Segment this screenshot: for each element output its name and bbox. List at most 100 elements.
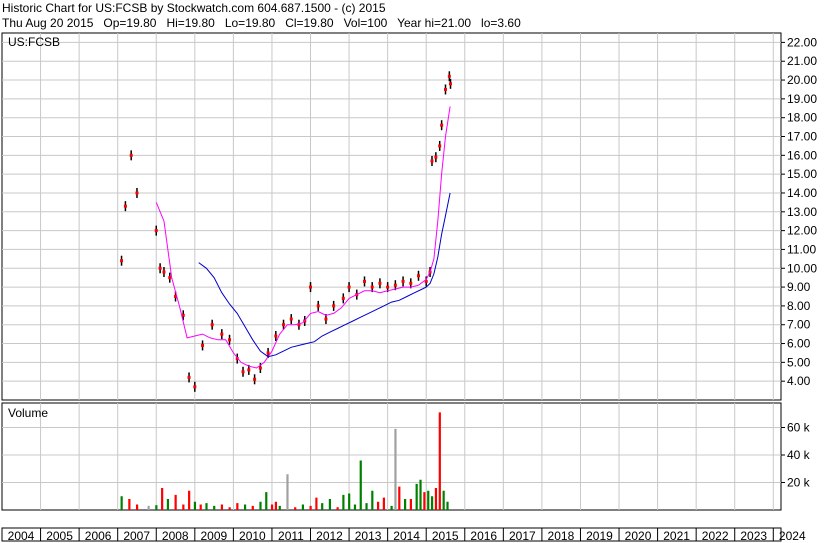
price-close-point xyxy=(274,334,278,338)
price-close-point xyxy=(309,285,313,289)
x-axis-label: 2019 xyxy=(586,529,613,543)
volume-bar xyxy=(394,428,397,510)
volume-bar xyxy=(188,490,191,510)
price-close-point xyxy=(370,285,374,289)
price-axis-label: 13.00 xyxy=(787,205,817,219)
price-close-point xyxy=(347,285,351,289)
volume-bar xyxy=(228,507,231,510)
price-close-point xyxy=(258,366,262,370)
volume-bar xyxy=(434,488,438,510)
volume-bar xyxy=(274,501,278,510)
price-close-point xyxy=(158,266,162,270)
volume-axis-label: 40 k xyxy=(787,448,811,462)
x-axis-label: 2023 xyxy=(740,529,767,543)
price-axis-label: 22.00 xyxy=(787,35,817,49)
volume-bar xyxy=(220,504,224,510)
volume-bar xyxy=(193,501,197,510)
x-axis-label: 2005 xyxy=(46,529,73,543)
price-close-point xyxy=(228,338,232,342)
price-close-point xyxy=(363,279,367,283)
x-axis-label: 2014 xyxy=(393,529,420,543)
price-close-point xyxy=(201,343,205,347)
x-axis-label: 2013 xyxy=(355,529,382,543)
price-close-point xyxy=(247,368,251,372)
price-axis-label: 8.00 xyxy=(787,299,811,313)
volume-axis-label: 60 k xyxy=(787,421,811,435)
price-axis-label: 14.00 xyxy=(787,186,817,200)
volume-bar xyxy=(328,499,331,510)
price-close-point xyxy=(447,74,451,78)
volume-axis-label: 20 k xyxy=(787,476,811,490)
volume-bar xyxy=(161,488,164,510)
price-axis-label: 10.00 xyxy=(787,261,817,275)
price-axis-label: 11.00 xyxy=(787,242,816,256)
price-axis-label: 6.00 xyxy=(787,337,811,351)
price-close-point xyxy=(120,259,124,263)
volume-bar xyxy=(270,504,274,510)
volume-bar xyxy=(315,497,318,510)
price-close-point xyxy=(154,229,158,233)
volume-bar xyxy=(423,492,426,510)
price-axis-label: 15.00 xyxy=(787,167,817,181)
price-close-point xyxy=(282,323,286,327)
volume-bar xyxy=(403,499,407,510)
price-close-point xyxy=(316,304,320,308)
volume-bar xyxy=(415,483,418,510)
x-axis-label: 2024 xyxy=(779,529,806,543)
volume-panel: 20 k 40 k 60 k Volume xyxy=(1,402,811,511)
volume-bar xyxy=(294,507,297,510)
volume-bar xyxy=(336,507,339,510)
volume-bar xyxy=(259,501,262,510)
price-axis-label: 5.00 xyxy=(787,355,811,369)
volume-bar xyxy=(265,492,268,510)
x-axis-label: 2017 xyxy=(509,529,536,543)
volume-panel-title: Volume xyxy=(8,406,48,420)
price-axis-label: 12.00 xyxy=(787,224,817,238)
price-close-point xyxy=(253,377,257,381)
volume-bar xyxy=(430,496,434,510)
price-close-point xyxy=(449,82,453,86)
price-axis-label: 17.00 xyxy=(787,130,817,144)
price-close-point xyxy=(341,296,345,300)
price-close-point xyxy=(332,304,336,308)
x-axis-label: 2008 xyxy=(162,529,189,543)
price-axis-label: 4.00 xyxy=(787,374,811,388)
volume-bar xyxy=(382,497,385,510)
volume-bar xyxy=(442,490,445,510)
price-close-point xyxy=(440,123,444,127)
price-close-point xyxy=(135,191,139,195)
volume-bar xyxy=(147,505,150,510)
price-close-point xyxy=(409,281,413,285)
x-axis-label: 2009 xyxy=(200,529,227,543)
volume-bar xyxy=(286,474,289,510)
volume-bar xyxy=(135,504,139,510)
price-close-point xyxy=(434,155,438,159)
price-close-point xyxy=(393,283,397,287)
x-axis-label: 2006 xyxy=(85,529,112,543)
price-close-point xyxy=(438,144,442,148)
volume-bar xyxy=(309,505,312,510)
price-close-point xyxy=(193,385,197,389)
price-close-point xyxy=(430,159,434,163)
x-axis-label: 2016 xyxy=(470,529,497,543)
volume-bar xyxy=(155,505,158,510)
price-close-point xyxy=(241,370,245,374)
volume-bar xyxy=(390,505,393,510)
volume-bar xyxy=(398,486,401,510)
volume-frame xyxy=(1,402,782,511)
price-close-point xyxy=(324,317,328,321)
stock-chart: 4.00 5.00 6.00 7.00 8.00 9.00 10.00 11.00 12.00 1… xyxy=(1,32,817,543)
volume-bar xyxy=(371,490,374,510)
volume-bar xyxy=(120,496,123,510)
price-close-point xyxy=(443,87,447,91)
price-axis-label: 7.00 xyxy=(787,318,811,332)
volume-bar xyxy=(174,494,177,510)
x-axis-panel: 2004 2005 2006 2007 2008 2009 2010 2011 2012 2013… xyxy=(1,527,806,543)
price-close-point xyxy=(416,274,420,278)
volume-bar xyxy=(213,505,216,510)
price-close-point xyxy=(187,375,191,379)
price-close-point xyxy=(210,323,214,327)
volume-bar xyxy=(251,505,254,510)
chart-header-title: Historic Chart for US:FCSB by Stockwatch… xyxy=(2,1,386,15)
price-axis-label: 21.00 xyxy=(787,54,817,68)
